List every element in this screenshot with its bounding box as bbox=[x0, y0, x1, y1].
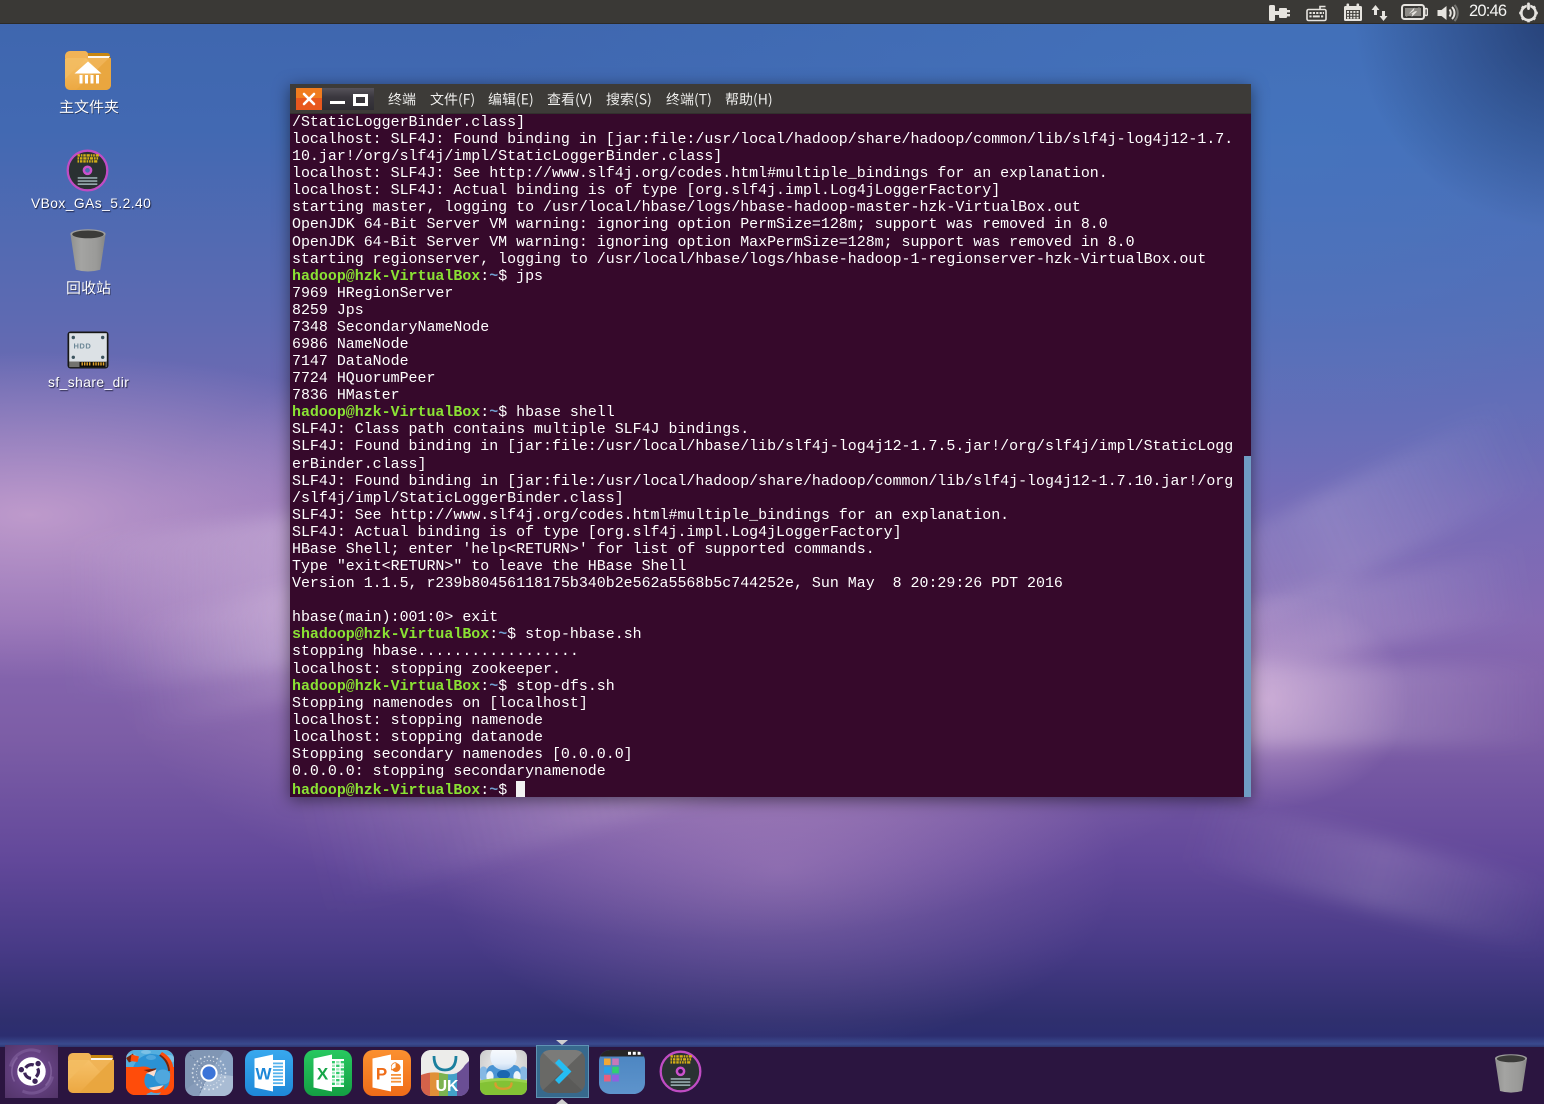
svg-text:W: W bbox=[255, 1065, 272, 1084]
svg-text:HDD: HDD bbox=[74, 342, 92, 351]
svg-text:X: X bbox=[317, 1065, 329, 1084]
svg-text:UK: UK bbox=[435, 1078, 459, 1095]
svg-text:P: P bbox=[376, 1065, 387, 1084]
